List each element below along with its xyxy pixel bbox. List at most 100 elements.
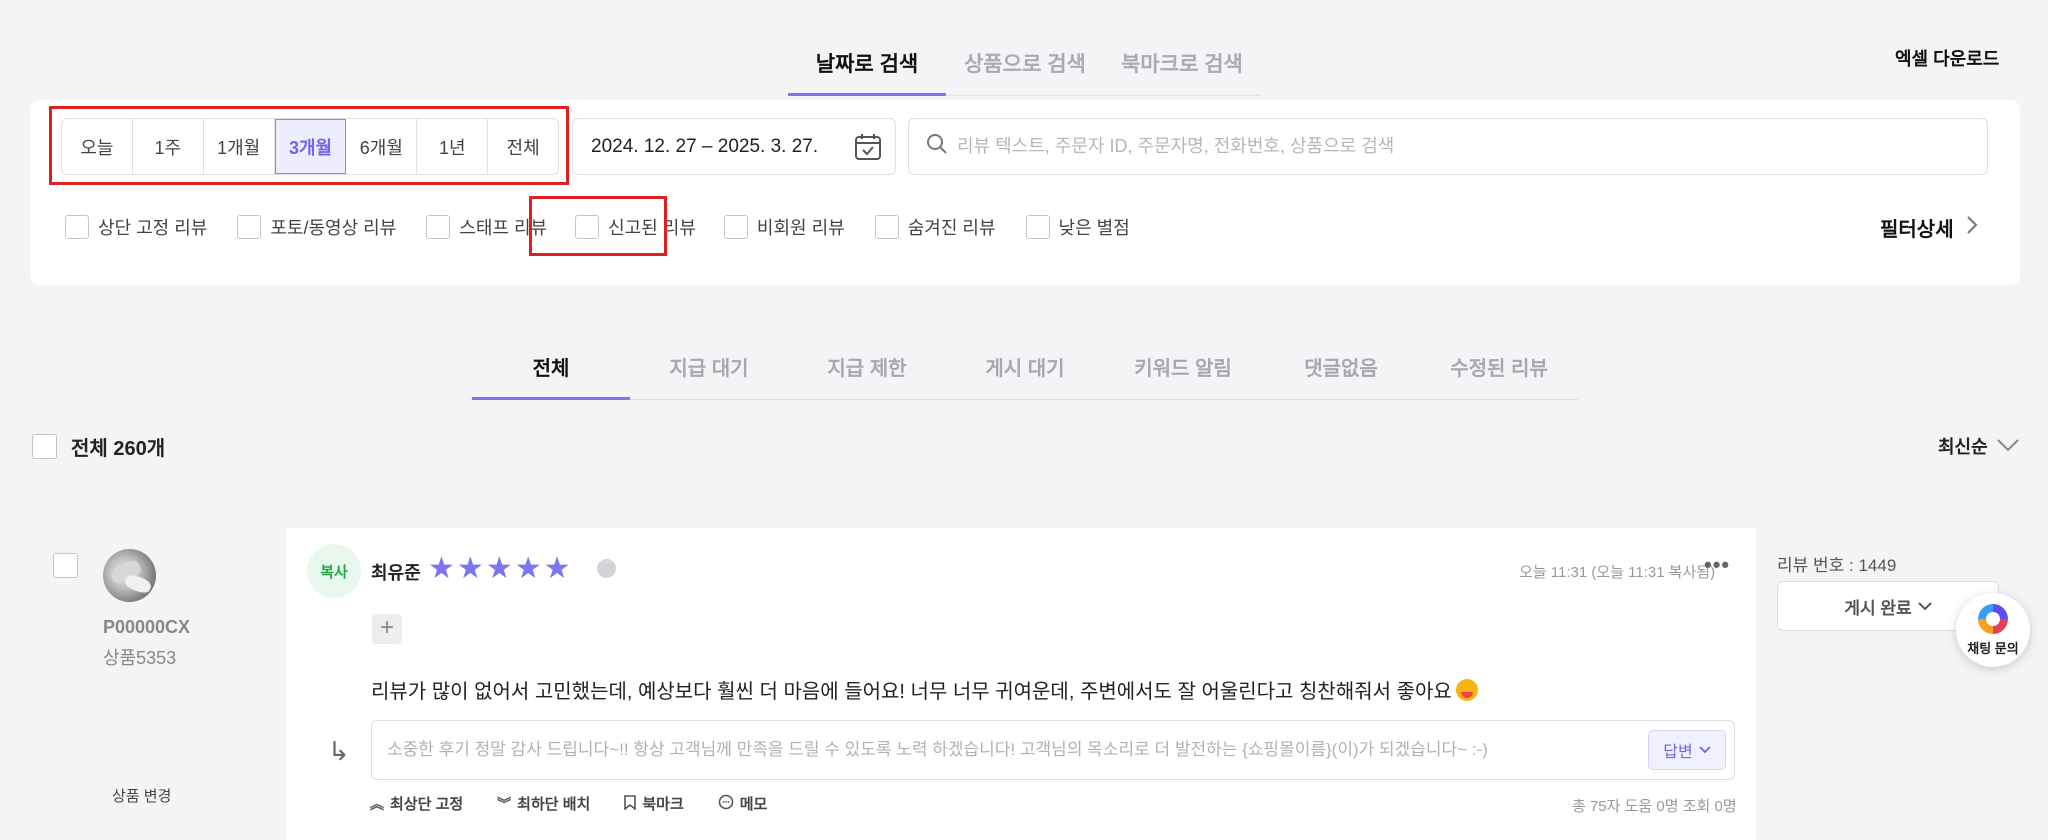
customer-id: P00000CX: [103, 617, 191, 637]
reply-submit-button[interactable]: 답변: [1648, 730, 1726, 770]
avatar: [103, 549, 156, 602]
action-label: 최하단 배치: [517, 796, 591, 813]
bookmark-icon: [624, 794, 637, 813]
filter-label: 스태프 리뷰: [459, 218, 548, 238]
sort-dropdown[interactable]: 최신순: [1938, 433, 2020, 459]
tab-keyword-alert[interactable]: 키워드 알림: [1104, 345, 1262, 399]
select-all-label: 전체 260개: [71, 438, 166, 460]
post-status-label: 게시 완료: [1844, 598, 1912, 618]
review-number: 리뷰 번호 : 1449: [1777, 556, 1897, 575]
star-icon: ★: [456, 552, 484, 585]
reply-arrow-icon: ↳: [328, 736, 350, 766]
star-rating: ★ ★ ★ ★ ★: [428, 554, 573, 584]
period-today-button[interactable]: 오늘: [62, 119, 133, 174]
add-media-button[interactable]: +: [372, 614, 402, 644]
checkbox[interactable]: [32, 434, 57, 459]
review-text: 리뷰가 많이 없어서 고민했는데, 예상보다 훨씬 더 마음에 들어요! 너무 …: [371, 681, 1452, 703]
tab-edited-review[interactable]: 수정된 리뷰: [1420, 345, 1578, 399]
copy-badge[interactable]: 복사: [307, 544, 361, 598]
filter-detail-button[interactable]: 필터상세: [1880, 213, 1978, 242]
review-stats: 총 75자 도움 0명 조회 0명: [1572, 798, 1737, 815]
excel-download-button[interactable]: 엑셀 다운로드: [1895, 45, 1999, 71]
checkbox[interactable]: [723, 215, 748, 239]
review-text-row: 리뷰가 많이 없어서 고민했는데, 예상보다 훨씬 더 마음에 들어요! 너무 …: [371, 675, 1478, 704]
reply-input[interactable]: [387, 740, 1637, 760]
speech-bubble-icon: [718, 794, 734, 813]
period-1week-button[interactable]: 1주: [133, 119, 204, 174]
period-3month-button[interactable]: 3개월: [274, 119, 347, 174]
checkbox[interactable]: [874, 215, 899, 239]
star-icon: ★: [428, 552, 455, 585]
filter-staff-checkbox[interactable]: 스태프 리뷰: [426, 214, 547, 240]
filter-checkbox-row: 상단 고정 리뷰 포토/동영상 리뷰 스태프 리뷰 신고된 리뷰 비회원 리뷰 …: [65, 213, 1130, 241]
double-chevron-down-icon: ︾: [497, 795, 512, 812]
star-icon: ★: [514, 552, 542, 585]
bookmark-button[interactable]: 북마크: [624, 793, 684, 814]
filter-pinned-checkbox[interactable]: 상단 고정 리뷰: [65, 214, 207, 240]
period-selector: 오늘 1주 1개월 3개월 6개월 1년 전체: [61, 118, 559, 175]
period-all-button[interactable]: 전체: [488, 119, 558, 174]
review-timestamp: 오늘 11:31 (오늘 11:31 복사됨): [1519, 564, 1716, 581]
tab-bookmark-search[interactable]: 북마크로 검색: [1104, 40, 1260, 95]
calendar-icon[interactable]: [853, 132, 883, 168]
review-search-box: [908, 118, 1988, 175]
filter-guest-checkbox[interactable]: 비회원 리뷰: [723, 214, 845, 240]
tab-product-search[interactable]: 상품으로 검색: [946, 40, 1104, 95]
filter-photo-video-checkbox[interactable]: 포토/동영상 리뷰: [237, 214, 396, 240]
filter-label: 상단 고정 리뷰: [98, 218, 208, 238]
tab-all[interactable]: 전체: [472, 345, 630, 400]
pin-bottom-button[interactable]: ︾ 최하단 배치: [497, 793, 590, 814]
tab-no-reply[interactable]: 댓글없음: [1262, 345, 1420, 399]
grinning-emoji-icon: [1455, 679, 1478, 701]
chat-inquiry-button[interactable]: 채팅 문의: [1956, 593, 2030, 667]
more-options-button[interactable]: •••: [1704, 552, 1730, 578]
status-tabs: 전체 지급 대기 지급 제한 게시 대기 키워드 알림 댓글없음 수정된 리뷰: [472, 345, 1578, 400]
filter-label: 신고된 리뷰: [608, 218, 696, 238]
checkbox[interactable]: [426, 215, 451, 239]
search-icon: [925, 132, 949, 161]
select-all-checkbox[interactable]: 전체 260개: [32, 432, 165, 461]
action-label: 북마크: [642, 796, 684, 813]
filter-label: 비회원 리뷰: [756, 218, 845, 238]
reply-button-label: 답변: [1663, 744, 1693, 761]
search-input[interactable]: [957, 136, 1957, 157]
reviewer-name: 최유준: [371, 563, 421, 583]
date-range-text: 2024. 12. 27 – 2025. 3. 27.: [591, 135, 819, 157]
checkbox[interactable]: [65, 215, 89, 239]
period-6month-button[interactable]: 6개월: [346, 119, 418, 174]
tab-pending-post[interactable]: 게시 대기: [946, 345, 1104, 399]
star-icon: ★: [543, 552, 571, 585]
filter-low-rating-checkbox[interactable]: 낮은 별점: [1025, 214, 1130, 240]
double-chevron-up-icon: ︽: [370, 795, 384, 812]
chevron-down-icon: [1996, 436, 2020, 457]
filter-label: 포토/동영상 리뷰: [270, 218, 397, 238]
sort-label: 최신순: [1938, 437, 1988, 457]
checkbox[interactable]: [1025, 215, 1050, 239]
action-label: 메모: [739, 796, 768, 813]
period-1year-button[interactable]: 1년: [417, 119, 489, 174]
change-product-button[interactable]: 상품 변경: [112, 785, 171, 806]
chat-logo-icon: [1978, 603, 2008, 634]
checkbox[interactable]: [237, 215, 262, 239]
date-range-field[interactable]: 2024. 12. 27 – 2025. 3. 27.: [572, 118, 896, 175]
filter-detail-label: 필터상세: [1880, 219, 1954, 241]
star-icon: ★: [485, 552, 513, 585]
product-name: 상품5353: [103, 648, 177, 668]
search-mode-tabs: 날짜로 검색 상품으로 검색 북마크로 검색: [788, 40, 1260, 96]
filter-reported-checkbox[interactable]: 신고된 리뷰: [575, 214, 696, 240]
checkbox[interactable]: [575, 215, 600, 239]
memo-button[interactable]: 메모: [718, 793, 768, 814]
review-actions: ︽ 최상단 고정 ︾ 최하단 배치 북마크 메모: [370, 793, 801, 814]
filter-hidden-checkbox[interactable]: 숨겨진 리뷰: [874, 214, 996, 240]
review-row-checkbox[interactable]: [53, 553, 78, 578]
pin-top-button[interactable]: ︽ 최상단 고정: [370, 793, 463, 814]
period-1month-button[interactable]: 1개월: [204, 119, 275, 174]
tab-date-search[interactable]: 날짜로 검색: [788, 40, 946, 96]
filter-label: 낮은 별점: [1058, 218, 1130, 238]
message-icon: [597, 554, 616, 578]
chevron-down-icon: [1699, 741, 1711, 759]
tab-payment-restricted[interactable]: 지급 제한: [788, 345, 946, 399]
chat-label: 채팅 문의: [1967, 640, 2019, 656]
chevron-right-icon: [1966, 215, 1978, 241]
tab-pending-payment[interactable]: 지급 대기: [630, 345, 788, 399]
